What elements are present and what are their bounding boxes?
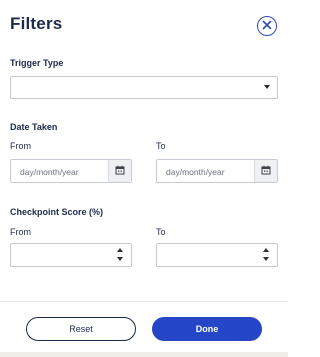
stepper-down-icon[interactable] xyxy=(117,257,123,261)
calendar-icon xyxy=(115,162,125,180)
close-icon xyxy=(262,17,272,35)
trigger-type-select[interactable] xyxy=(10,76,278,99)
score-to-stepper[interactable] xyxy=(263,247,271,263)
calendar-icon xyxy=(261,162,271,180)
panel-title: Filters xyxy=(10,14,63,33)
score-from-stepper[interactable] xyxy=(117,247,125,263)
footer-divider xyxy=(0,301,288,302)
close-button[interactable] xyxy=(257,16,277,36)
reset-button[interactable]: Reset xyxy=(26,317,136,341)
date-taken-label: Date Taken xyxy=(10,122,58,132)
chevron-down-icon xyxy=(264,85,270,89)
stepper-down-icon[interactable] xyxy=(263,257,269,261)
date-to-field[interactable]: day/month/year xyxy=(156,159,278,183)
date-from-calendar-button[interactable] xyxy=(108,160,131,182)
score-to-input[interactable] xyxy=(156,243,278,267)
done-button[interactable]: Done xyxy=(152,317,262,341)
date-from-field[interactable]: day/month/year xyxy=(10,159,132,183)
date-to-label: To xyxy=(156,141,166,151)
score-to-label: To xyxy=(156,227,166,237)
stepper-up-icon[interactable] xyxy=(117,248,123,252)
trigger-type-label: Trigger Type xyxy=(10,58,64,68)
stepper-up-icon[interactable] xyxy=(263,248,269,252)
date-from-placeholder: day/month/year xyxy=(20,167,79,177)
checkpoint-score-label: Checkpoint Score (%) xyxy=(10,207,104,217)
date-to-placeholder: day/month/year xyxy=(166,167,225,177)
date-from-label: From xyxy=(10,141,31,151)
score-from-input[interactable] xyxy=(10,243,132,267)
date-to-calendar-button[interactable] xyxy=(254,160,277,182)
bottom-strip xyxy=(0,352,288,357)
score-from-label: From xyxy=(10,227,31,237)
